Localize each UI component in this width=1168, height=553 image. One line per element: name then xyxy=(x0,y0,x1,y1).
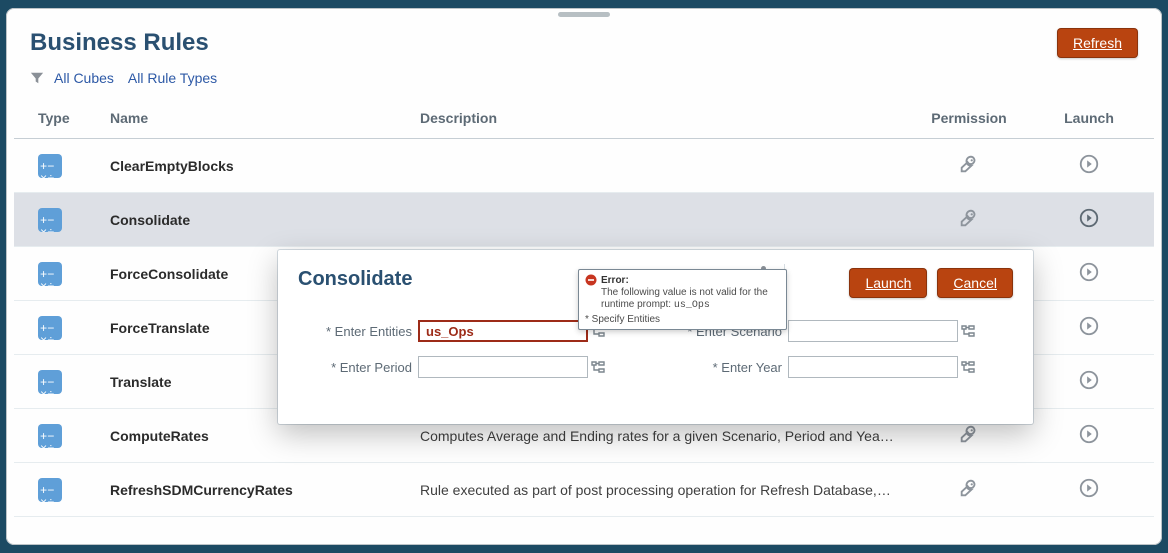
permission-icon[interactable] xyxy=(958,432,980,448)
filter-icon[interactable] xyxy=(30,71,44,85)
period-picker-icon[interactable] xyxy=(588,359,608,375)
page-title: Business Rules xyxy=(30,29,209,57)
launch-icon[interactable] xyxy=(1078,486,1100,502)
entities-label: * Enter Entities xyxy=(298,324,418,339)
rule-type-icon: +−×÷ xyxy=(38,208,62,232)
period-input[interactable] xyxy=(418,356,588,378)
app-panel: Business Rules Refresh All Cubes All Rul… xyxy=(6,8,1162,545)
rule-type-icon: +−×÷ xyxy=(38,478,62,502)
rule-name: ClearEmptyBlocks xyxy=(100,139,410,193)
rule-description xyxy=(410,139,904,193)
dialog-cancel-button[interactable]: Cancel xyxy=(937,268,1013,298)
dialog-launch-button[interactable]: Launch xyxy=(849,268,927,298)
launch-icon[interactable] xyxy=(1078,270,1100,286)
year-input[interactable] xyxy=(788,356,958,378)
col-name-header[interactable]: Name xyxy=(100,100,410,139)
filter-bar: All Cubes All Rule Types xyxy=(6,62,1162,100)
rule-type-icon: +−×÷ xyxy=(38,316,62,340)
launch-dialog: Consolidate Launch Cancel Error: The fol… xyxy=(278,250,1033,424)
year-picker-icon[interactable] xyxy=(958,359,978,375)
launch-icon[interactable] xyxy=(1078,432,1100,448)
scenario-input[interactable] xyxy=(788,320,958,342)
filter-rule-types-link[interactable]: All Rule Types xyxy=(128,70,217,86)
launch-icon[interactable] xyxy=(1078,324,1100,340)
table-row[interactable]: +−×÷ Consolidate xyxy=(14,193,1154,247)
permission-icon[interactable] xyxy=(958,486,980,502)
table-row[interactable]: +−×÷ RefreshSDMCurrencyRatesRule executed… xyxy=(14,463,1154,517)
rules-table-wrap: Type Name Description Permission Launch … xyxy=(6,100,1162,517)
year-label: * Enter Year xyxy=(668,360,788,375)
col-type-header[interactable]: Type xyxy=(14,100,100,139)
error-token: us_Ops xyxy=(674,300,710,311)
col-permission-header[interactable]: Permission xyxy=(904,100,1034,139)
rule-type-icon: +−×÷ xyxy=(38,424,62,448)
scenario-picker-icon[interactable] xyxy=(958,323,978,339)
launch-icon[interactable] xyxy=(1078,162,1100,178)
error-icon xyxy=(585,274,597,286)
rule-name: RefreshSDMCurrencyRates xyxy=(100,463,410,517)
table-row[interactable]: +−×÷ ClearEmptyBlocks xyxy=(14,139,1154,193)
error-heading: Error: xyxy=(601,275,629,286)
rule-description: Rule executed as part of post processing… xyxy=(410,463,904,517)
filter-cubes-link[interactable]: All Cubes xyxy=(54,70,114,86)
error-footer: * Specify Entities xyxy=(585,314,780,325)
col-desc-header[interactable]: Description xyxy=(410,100,904,139)
permission-icon[interactable] xyxy=(958,216,980,232)
permission-icon[interactable] xyxy=(958,162,980,178)
dialog-title: Consolidate xyxy=(298,268,412,291)
period-label: * Enter Period xyxy=(298,360,418,375)
error-tooltip: Error: The following value is not valid … xyxy=(578,269,787,330)
col-launch-header[interactable]: Launch xyxy=(1034,100,1154,139)
entities-input[interactable] xyxy=(418,320,588,342)
launch-icon[interactable] xyxy=(1078,378,1100,394)
launch-icon[interactable] xyxy=(1078,216,1100,232)
rule-type-icon: +−×÷ xyxy=(38,262,62,286)
drag-handle-icon[interactable] xyxy=(558,12,610,17)
rule-name: Consolidate xyxy=(100,193,410,247)
refresh-button[interactable]: Refresh xyxy=(1057,28,1138,58)
rule-type-icon: +−×÷ xyxy=(38,370,62,394)
rule-description xyxy=(410,193,904,247)
rule-type-icon: +−×÷ xyxy=(38,154,62,178)
